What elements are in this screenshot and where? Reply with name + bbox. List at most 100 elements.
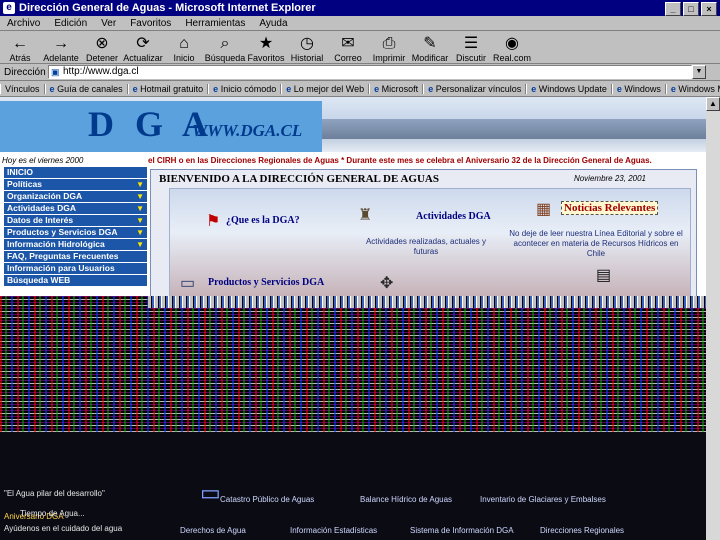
actividades-link[interactable]: Actividades DGA bbox=[416, 211, 491, 222]
nav-label: Información para Usuarios bbox=[7, 263, 115, 273]
ie-link-icon: e bbox=[213, 83, 219, 94]
page-icon: ▣ bbox=[51, 67, 60, 77]
link-label: Windows bbox=[624, 83, 661, 94]
menu-archivo[interactable]: Archivo bbox=[0, 18, 47, 29]
scroll-up-button[interactable]: ▲ bbox=[706, 97, 720, 111]
footer-link-regionales[interactable]: Direcciones Regionales bbox=[540, 526, 624, 535]
triangle-down-icon: ▼ bbox=[136, 240, 144, 249]
back-label: Atrás bbox=[9, 53, 31, 63]
menu-edicion[interactable]: Edición bbox=[47, 18, 94, 29]
nav-item-inicio[interactable]: INICIO bbox=[4, 167, 147, 178]
link-windows-update[interactable]: e Windows Update bbox=[526, 83, 612, 94]
triangle-down-icon: ▼ bbox=[136, 180, 144, 189]
link-inicio-comodo[interactable]: e Inicio cómodo bbox=[208, 83, 282, 94]
nav-item-hidrologica[interactable]: Información Hidrológica ▼ bbox=[4, 239, 147, 250]
refresh-button[interactable]: ⟳ Actualizar bbox=[123, 35, 163, 63]
favorites-icon: ★ bbox=[258, 35, 274, 52]
computer-icon: ▭ bbox=[200, 480, 221, 505]
ie-link-icon: e bbox=[531, 83, 537, 94]
nav-item-datos-interes[interactable]: Datos de Interés ▼ bbox=[4, 215, 147, 226]
side-navigation: INICIO Políticas ▼ Organización DGA ▼ Acti… bbox=[4, 167, 147, 287]
link-label: Lo mejor del Web bbox=[293, 83, 365, 94]
productos-servicios-link[interactable]: Productos y Servicios DGA bbox=[208, 277, 324, 288]
welcome-heading: BIENVENIDO A LA DIRECCIÓN GENERAL DE AGU… bbox=[159, 173, 439, 185]
history-button[interactable]: ◷ Historial bbox=[287, 35, 327, 63]
menu-ver[interactable]: Ver bbox=[94, 18, 123, 29]
link-microsoft[interactable]: e Microsoft bbox=[369, 83, 424, 94]
close-button[interactable]: × bbox=[701, 2, 717, 16]
favorites-button[interactable]: ★ Favoritos bbox=[246, 35, 286, 63]
back-button[interactable]: ← Atrás bbox=[0, 35, 40, 63]
history-icon: ◷ bbox=[300, 35, 314, 52]
address-input[interactable]: ▣ http://www.dga.cl bbox=[48, 65, 692, 79]
link-label: Microsoft bbox=[381, 83, 419, 94]
footer-link-glaciares[interactable]: Inventario de Glaciares y Embalses bbox=[480, 495, 606, 504]
actividades-description: Actividades realizadas, actuales y futur… bbox=[365, 237, 487, 256]
menu-bar: Archivo Edición Ver Favoritos Herramient… bbox=[0, 16, 720, 31]
page-viewport[interactable]: D G A WWW.DGA.CL Hoy es el viernes 2000 … bbox=[0, 97, 706, 540]
computer-icon: ▭ bbox=[180, 275, 196, 292]
footer-pilar-desarrollo[interactable]: "El Agua pilar del desarrollo" bbox=[4, 489, 105, 498]
ie-link-icon: e bbox=[132, 83, 138, 94]
address-dropdown-button[interactable]: ▼ bbox=[692, 65, 706, 79]
edit-button[interactable]: ✎ Modificar bbox=[410, 35, 450, 63]
link-guia-canales[interactable]: e Guía de canales bbox=[44, 83, 128, 94]
window-title-bar[interactable]: e Dirección General de Aguas - Microsoft… bbox=[0, 0, 720, 16]
nav-label: Búsqueda WEB bbox=[7, 275, 71, 285]
nav-item-faq[interactable]: FAQ, Preguntas Frecuentes bbox=[4, 251, 147, 262]
nav-item-actividades[interactable]: Actividades DGA ▼ bbox=[4, 203, 147, 214]
que-es-dga-link[interactable]: ¿Que es la DGA? bbox=[226, 215, 300, 226]
nav-item-politicas[interactable]: Políticas ▼ bbox=[4, 179, 147, 190]
window-title: Dirección General de Aguas - Microsoft I… bbox=[19, 2, 316, 14]
chile-flag-icon: ⚑ bbox=[206, 213, 221, 230]
ie-link-icon: e bbox=[49, 83, 55, 94]
noticias-relevantes-link[interactable]: Noticias Relevantes bbox=[561, 201, 659, 215]
footer-link-sistema[interactable]: Sistema de Información DGA bbox=[410, 526, 514, 535]
banner-mountains-image bbox=[322, 119, 706, 139]
footer-cuidado-agua[interactable]: Ayúdenos en el cuidado del agua bbox=[4, 524, 122, 533]
maximize-button[interactable]: □ bbox=[683, 2, 699, 16]
nav-label: Políticas bbox=[7, 179, 42, 189]
print-button[interactable]: ⎙ Imprimir bbox=[369, 35, 409, 63]
link-personalizar[interactable]: e Personalizar vínculos bbox=[423, 83, 527, 94]
stop-button[interactable]: ⊗ Detener bbox=[82, 35, 122, 63]
window-controls: _ □ × bbox=[665, 2, 717, 16]
triangle-down-icon: ▼ bbox=[136, 204, 144, 213]
nav-item-organizacion[interactable]: Organización DGA ▼ bbox=[4, 191, 147, 202]
refresh-icon: ⟳ bbox=[136, 35, 150, 52]
footer-link-derechos[interactable]: Derechos de Agua bbox=[180, 526, 246, 535]
stop-icon: ⊗ bbox=[95, 35, 109, 52]
nav-item-busqueda[interactable]: Búsqueda WEB bbox=[4, 275, 147, 286]
realplayer-button[interactable]: ◉ Real.com bbox=[492, 35, 532, 63]
minimize-button[interactable]: _ bbox=[665, 2, 681, 16]
footer-link-balance[interactable]: Balance Hídrico de Aguas bbox=[360, 495, 452, 504]
menu-favoritos[interactable]: Favoritos bbox=[123, 18, 178, 29]
vertical-scrollbar[interactable]: ▲ bbox=[706, 97, 720, 540]
noticias-description: No deje de leer nuestra Línea Editorial … bbox=[509, 229, 683, 258]
home-label: Inicio bbox=[173, 53, 195, 63]
menu-ayuda[interactable]: Ayuda bbox=[252, 18, 294, 29]
realplayer-label: Real.com bbox=[492, 53, 531, 63]
home-button[interactable]: ⌂ Inicio bbox=[164, 35, 204, 63]
stop-label: Detener bbox=[85, 53, 119, 63]
nav-item-productos[interactable]: Productos y Servicios DGA ▼ bbox=[4, 227, 147, 238]
mail-button[interactable]: ✉ Correo bbox=[328, 35, 368, 63]
discuss-button[interactable]: ☰ Discutir bbox=[451, 35, 491, 63]
footer-link-catastro[interactable]: Catastro Público de Aguas bbox=[220, 495, 314, 504]
triangle-down-icon: ▼ bbox=[136, 228, 144, 237]
forward-button[interactable]: → Adelante bbox=[41, 35, 81, 63]
nav-item-usuarios[interactable]: Información para Usuarios bbox=[4, 263, 147, 274]
link-windows-media[interactable]: e Windows Media bbox=[665, 83, 720, 94]
satellite-icon: ✥ bbox=[380, 275, 394, 292]
footer-link-estadisticas[interactable]: Información Estadísticas bbox=[290, 526, 377, 535]
nav-label: Actividades DGA bbox=[7, 203, 76, 213]
search-button[interactable]: ⌕ Búsqueda bbox=[205, 35, 246, 63]
link-windows[interactable]: e Windows bbox=[611, 83, 666, 94]
link-hotmail[interactable]: e Hotmail gratuito bbox=[127, 83, 209, 94]
menu-herramientas[interactable]: Herramientas bbox=[178, 18, 252, 29]
nav-label: INICIO bbox=[7, 167, 33, 177]
edit-icon: ✎ bbox=[423, 35, 437, 52]
footer-tiempo-agua[interactable]: Tiempo de Agua... bbox=[20, 509, 85, 518]
link-lo-mejor[interactable]: e Lo mejor del Web bbox=[281, 83, 370, 94]
discuss-label: Discutir bbox=[455, 53, 486, 63]
